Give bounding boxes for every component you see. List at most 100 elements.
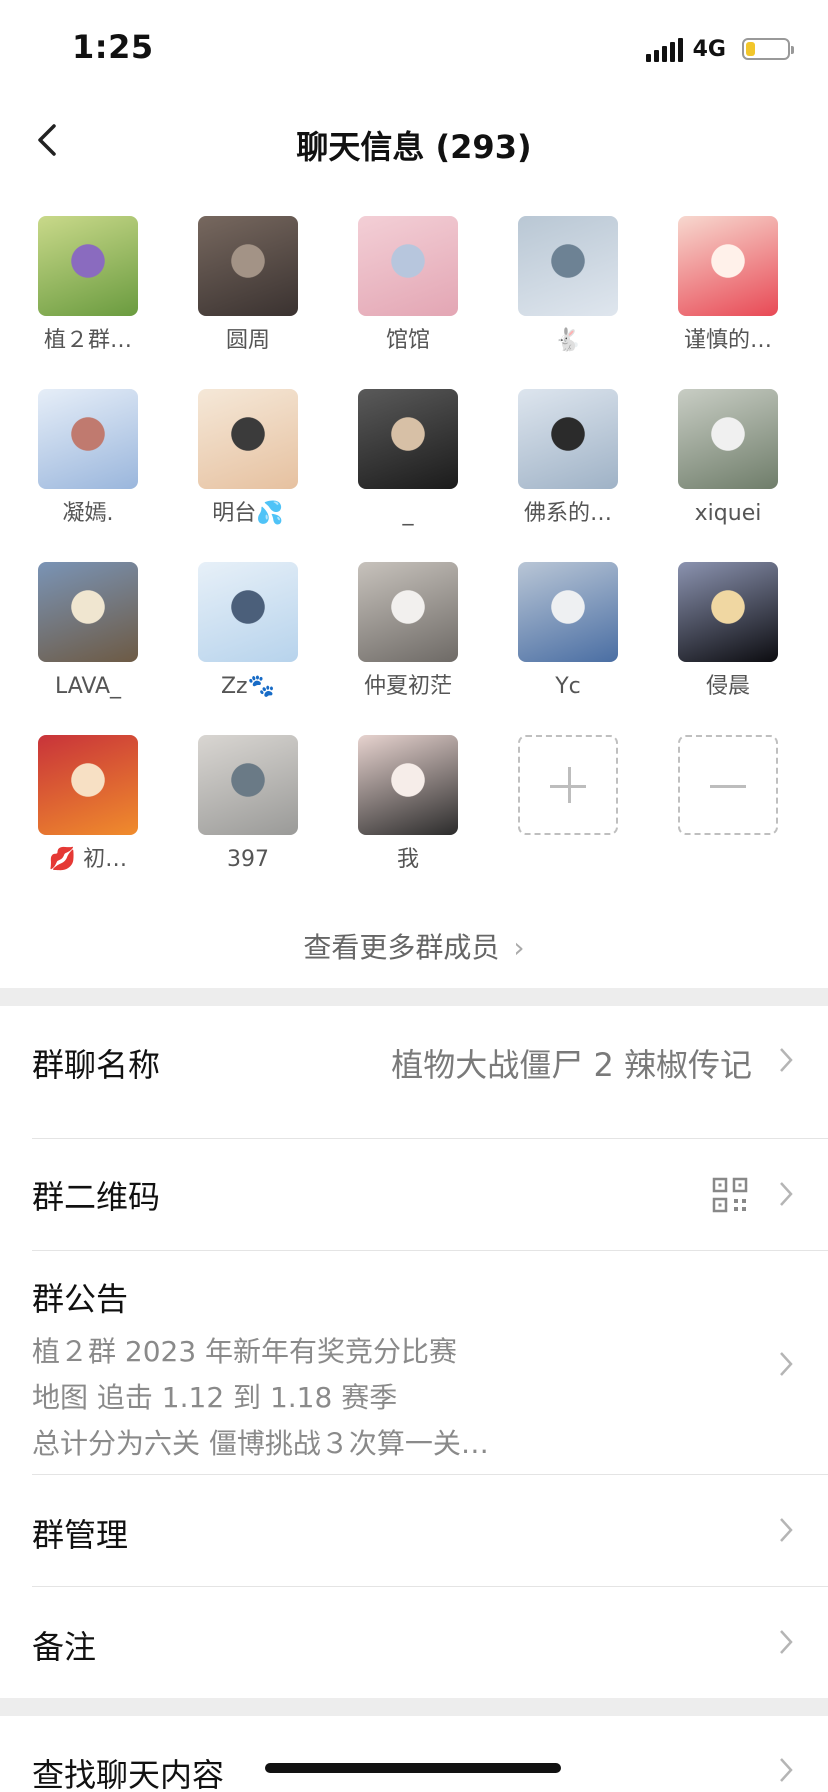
qr-code-icon [712,1177,748,1213]
chevron-right-icon [780,1352,793,1376]
chevron-right-icon [780,1182,793,1206]
member-name: Zz🐾 [220,674,275,699]
member-name: Yc [555,674,581,699]
group-notice-label: 群公告 [32,1280,129,1318]
avatar [518,389,618,489]
member-item[interactable]: 圆周 [198,216,298,356]
row-divider [32,1250,828,1251]
notice-line: 地图 追击 1.12 到 1.18 赛季 [32,1381,398,1414]
avatar [358,562,458,662]
member-name: 侵晨 [705,674,750,699]
member-name: 植２群… [43,328,132,353]
battery-level [746,42,755,56]
avatar [38,389,138,489]
member-name: 💋 初… [48,847,128,872]
member-item[interactable]: 💋 初… [38,735,138,875]
avatar [198,562,298,662]
avatar [518,216,618,316]
nav-bar: 聊天信息 (293) [0,100,828,180]
member-item[interactable]: 明台💦 [198,389,298,529]
member-item[interactable]: _ [358,389,458,529]
member-name: 圆周 [225,328,270,353]
search-chat-row[interactable]: 查找聊天内容 [0,1716,828,1792]
remark-row[interactable]: 备注 [0,1588,828,1696]
avatar [358,735,458,835]
battery-icon [742,38,794,60]
group-notice-row[interactable]: 群公告 植２群 2023 年新年有奖竞分比赛 地图 追击 1.12 到 1.18… [0,1252,828,1472]
member-item[interactable]: 🐇 [518,216,618,356]
section-divider [0,988,828,1006]
member-item[interactable]: Zz🐾 [198,562,298,702]
member-name: 佛系的… [523,501,612,526]
group-name-row[interactable]: 群聊名称 植物大战僵尸 2 辣椒传记 [0,1006,828,1114]
chevron-right-icon [780,1758,793,1782]
status-bar: 1:25 4G [0,0,828,100]
row-divider [32,1474,828,1475]
avatar [38,216,138,316]
avatar [198,216,298,316]
plus-icon [518,735,618,835]
remove-member-button[interactable] [678,735,778,875]
member-name: 明台💦 [212,501,284,526]
avatar [38,562,138,662]
member-name: 397 [227,847,269,872]
group-qr-label: 群二维码 [32,1178,161,1216]
avatar [198,735,298,835]
member-name: 我 [396,847,419,872]
chevron-right-icon: › [513,931,525,964]
add-member-button[interactable] [518,735,618,875]
avatar [678,562,778,662]
member-item[interactable]: xiquei [678,389,778,529]
member-name: LAVA_ [54,674,122,699]
avatar [38,735,138,835]
network-type: 4G [692,36,726,62]
member-name: 🐇 [554,328,582,353]
home-indicator[interactable] [265,1763,561,1773]
group-manage-label: 群管理 [32,1516,129,1554]
notice-line: 植２群 2023 年新年有奖竞分比赛 [32,1335,458,1368]
member-name: 凝嫣. [62,501,114,526]
member-item[interactable]: 397 [198,735,298,875]
member-name: 谨慎的… [683,328,772,353]
chevron-right-icon [780,1048,793,1072]
search-chat-label: 查找聊天内容 [32,1756,225,1792]
avatar [358,216,458,316]
member-item[interactable]: 馆馆 [358,216,458,356]
chat-info-screen: 1:25 4G 聊天信息 (293) 植２群… 圆周 馆馆 🐇 谨慎的… 凝嫣. 明台💦 _ 佛… [0,0,828,1792]
chevron-right-icon [780,1518,793,1542]
page-title: 聊天信息 (293) [296,128,532,166]
row-divider [32,1586,828,1587]
avatar [678,389,778,489]
notice-line: 总计分为六关 僵博挑战３次算一关… [32,1427,489,1460]
member-item[interactable]: 植２群… [38,216,138,356]
group-name-value: 植物大战僵尸 2 辣椒传记 [391,1046,752,1084]
member-item[interactable]: 凝嫣. [38,389,138,529]
avatar [198,389,298,489]
avatar [358,389,458,489]
member-name: 仲夏初茫 [363,674,452,699]
group-qr-row[interactable]: 群二维码 [0,1140,828,1248]
group-name-label: 群聊名称 [32,1046,161,1084]
member-item[interactable]: 我 [358,735,458,875]
member-item[interactable]: LAVA_ [38,562,138,702]
section-divider [0,1698,828,1716]
chevron-right-icon [780,1630,793,1654]
member-item[interactable]: 仲夏初茫 [358,562,458,702]
status-time: 1:25 [72,28,154,66]
member-name: _ [402,501,414,526]
minus-icon [678,735,778,835]
member-item[interactable]: 谨慎的… [678,216,778,356]
member-item[interactable]: 侵晨 [678,562,778,702]
view-more-members-label: 查看更多群成员 [303,931,500,964]
member-name: 馆馆 [385,328,430,353]
avatar [518,562,618,662]
member-item[interactable]: Yc [518,562,618,702]
member-name: xiquei [694,501,762,526]
avatar [678,216,778,316]
view-more-members-link[interactable]: 查看更多群成员 › [0,926,828,966]
group-manage-row[interactable]: 群管理 [0,1476,828,1584]
member-item[interactable]: 佛系的… [518,389,618,529]
status-indicators: 4G [645,36,794,62]
member-grid: 植２群… 圆周 馆馆 🐇 谨慎的… 凝嫣. 明台💦 _ 佛系的… xiquei LAVA_ Zz🐾 仲夏… [38,216,790,875]
row-divider [32,1138,828,1139]
